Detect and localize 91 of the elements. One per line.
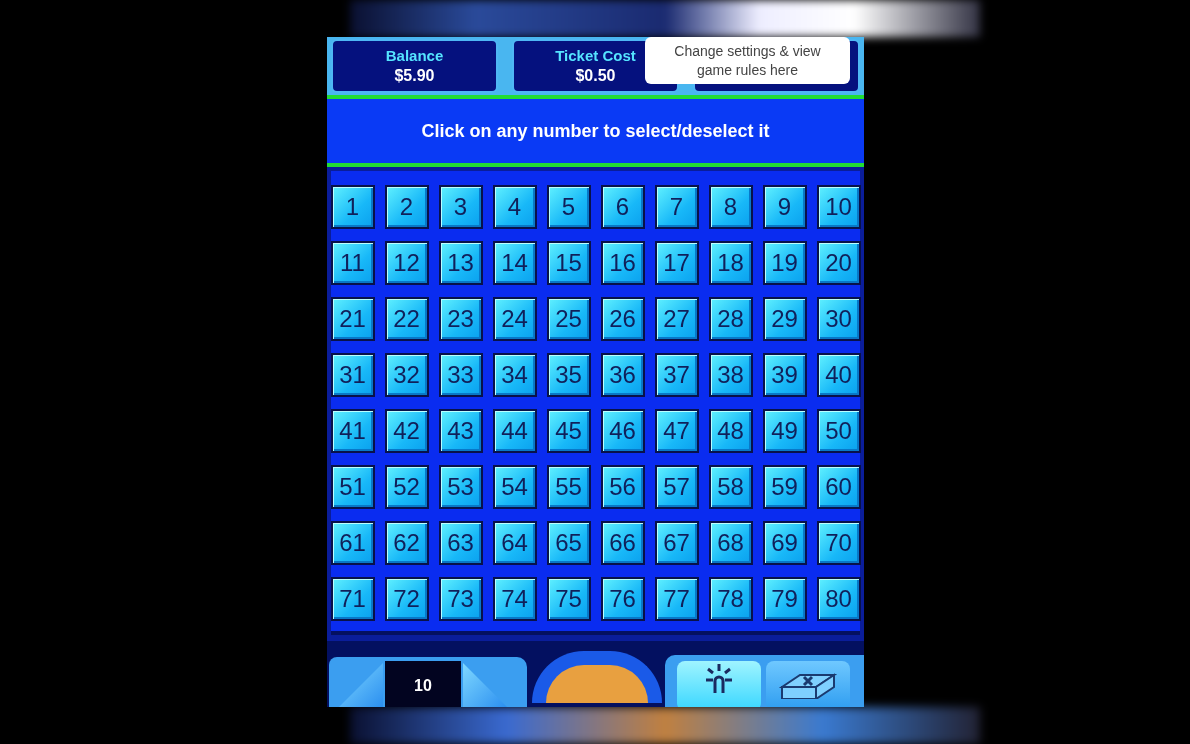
number-tile[interactable]: 40 [816,353,861,397]
number-tile[interactable]: 55 [546,465,591,509]
number-tile[interactable]: 36 [600,353,645,397]
number-tile[interactable]: 6 [600,185,645,229]
number-tile[interactable]: 18 [708,241,753,285]
number-tile[interactable]: 52 [384,465,429,509]
number-tile[interactable]: 68 [708,521,753,565]
number-tile[interactable]: 23 [438,297,483,341]
number-tile[interactable]: 34 [492,353,537,397]
number-tile[interactable]: 45 [546,409,591,453]
tooltip: Change settings & view game rules here [645,37,850,84]
panel-value: $5.90 [394,67,435,85]
number-tile[interactable]: 46 [600,409,645,453]
number-tile[interactable]: 7 [654,185,699,229]
number-tile[interactable]: 47 [654,409,699,453]
number-tile[interactable]: 22 [384,297,429,341]
number-tile[interactable]: 69 [762,521,807,565]
number-tile[interactable]: 72 [384,577,429,621]
number-tile[interactable]: 58 [708,465,753,509]
number-tile[interactable]: 56 [600,465,645,509]
number-tile[interactable]: 48 [708,409,753,453]
quick-pick-button[interactable] [677,661,761,707]
number-tile[interactable]: 1 [330,185,375,229]
number-tile[interactable]: 65 [546,521,591,565]
number-tile[interactable]: 74 [492,577,537,621]
number-tile[interactable]: 75 [546,577,591,621]
number-tile[interactable]: 51 [330,465,375,509]
number-tile[interactable]: 39 [762,353,807,397]
number-tile[interactable]: 26 [600,297,645,341]
number-tile[interactable]: 62 [384,521,429,565]
panel-label: Ticket Cost [555,47,636,64]
number-tile[interactable]: 73 [438,577,483,621]
panel-value: $0.50 [575,67,616,85]
number-tile[interactable]: 27 [654,297,699,341]
number-tile[interactable]: 32 [384,353,429,397]
number-tile[interactable]: 31 [330,353,375,397]
number-tile[interactable]: 53 [438,465,483,509]
number-tile[interactable]: 64 [492,521,537,565]
number-tile[interactable]: 14 [492,241,537,285]
lamp-icon [704,663,734,693]
number-tile[interactable]: 25 [546,297,591,341]
spots-count: 10 [385,661,461,707]
number-tile[interactable]: 70 [816,521,861,565]
number-tile[interactable]: 44 [492,409,537,453]
number-tile[interactable]: 35 [546,353,591,397]
number-tile[interactable]: 33 [438,353,483,397]
number-tile[interactable]: 19 [762,241,807,285]
number-tile[interactable]: 12 [384,241,429,285]
number-tile[interactable]: 28 [708,297,753,341]
number-tile[interactable]: 59 [762,465,807,509]
number-tile[interactable]: 60 [816,465,861,509]
number-tile[interactable]: 30 [816,297,861,341]
number-tile[interactable]: 63 [438,521,483,565]
number-tile[interactable]: 79 [762,577,807,621]
number-tile[interactable]: 4 [492,185,537,229]
number-tile[interactable]: 21 [330,297,375,341]
number-tile[interactable]: 13 [438,241,483,285]
number-tile[interactable]: 66 [600,521,645,565]
number-tile[interactable]: 78 [708,577,753,621]
number-tile[interactable]: 41 [330,409,375,453]
number-tile[interactable]: 10 [816,185,861,229]
instruction-text: Click on any number to select/deselect it [327,99,864,163]
number-tile[interactable]: 15 [546,241,591,285]
number-tile[interactable]: 5 [546,185,591,229]
number-tile[interactable]: 24 [492,297,537,341]
number-tile[interactable]: 38 [708,353,753,397]
panel-label: Balance [385,47,444,64]
number-tile[interactable]: 8 [708,185,753,229]
number-tile[interactable]: 50 [816,409,861,453]
number-tile[interactable]: 2 [384,185,429,229]
number-tile[interactable]: 16 [600,241,645,285]
number-tile[interactable]: 80 [816,577,861,621]
number-tile[interactable]: 54 [492,465,537,509]
number-tile[interactable]: 67 [654,521,699,565]
number-tile[interactable]: 43 [438,409,483,453]
play-button[interactable] [532,651,662,703]
clear-button[interactable] [766,661,850,707]
number-tile[interactable]: 57 [654,465,699,509]
number-tile[interactable]: 17 [654,241,699,285]
number-tile[interactable]: 29 [762,297,807,341]
number-tile[interactable]: 9 [762,185,807,229]
number-tile[interactable]: 20 [816,241,861,285]
number-tile[interactable]: 61 [330,521,375,565]
number-tile[interactable]: 49 [762,409,807,453]
number-tile[interactable]: 37 [654,353,699,397]
number-tile[interactable]: 71 [330,577,375,621]
number-tile[interactable]: 77 [654,577,699,621]
number-tile[interactable]: 76 [600,577,645,621]
number-tile[interactable]: 3 [438,185,483,229]
number-tile[interactable]: 42 [384,409,429,453]
number-tile[interactable]: 11 [330,241,375,285]
